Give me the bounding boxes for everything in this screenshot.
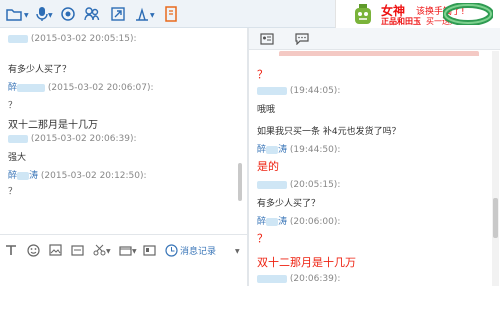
redacted-text bbox=[279, 50, 479, 56]
message-meta: 醉涛 (20:06:00): bbox=[257, 217, 341, 227]
font-icon[interactable] bbox=[4, 243, 18, 257]
message-meta: (20:06:39): bbox=[257, 274, 340, 284]
message-text: 哦哦 bbox=[257, 105, 276, 115]
screen-capture-icon[interactable] bbox=[134, 6, 150, 22]
message-meta: (2015-03-02 20:06:39): bbox=[8, 134, 137, 144]
chevron-down-icon[interactable]: ▼ bbox=[24, 12, 29, 19]
top-toolbar: ▼ ▼ ▼ 女神 该换手镯了! 正品和田玉 买一送八 bbox=[0, 0, 500, 28]
message-text: 是的 bbox=[257, 160, 279, 173]
ad-line2a: 正品和田玉 bbox=[381, 17, 421, 26]
chevron-down-icon[interactable]: ▼ bbox=[150, 12, 155, 19]
users-icon[interactable] bbox=[84, 6, 100, 22]
chevron-down-icon[interactable]: ▼ bbox=[48, 12, 53, 19]
message-text: ？ bbox=[8, 187, 18, 197]
message-text: ？ bbox=[257, 68, 268, 81]
message-text: 双十二那月是十几万 bbox=[8, 120, 98, 131]
message-text: 双十二那月是十几万 bbox=[257, 256, 356, 269]
redacted-name bbox=[257, 180, 287, 189]
ad-banner[interactable]: 女神 该换手镯了! 正品和田玉 买一送八 bbox=[335, 0, 500, 28]
message-text: 强大 bbox=[8, 153, 27, 163]
image-icon[interactable] bbox=[48, 243, 62, 257]
clipped-message bbox=[279, 50, 479, 56]
message-text: ？ bbox=[257, 232, 268, 245]
history-pane: (2015-03-02 20:05:15): 有多少人买了？ 醉 (2015-0… bbox=[0, 28, 247, 314]
redacted-name bbox=[266, 217, 279, 226]
book-icon[interactable] bbox=[163, 6, 179, 22]
message-meta: 醉涛 (19:44:50): bbox=[257, 145, 341, 155]
mascot-icon bbox=[355, 4, 371, 24]
message-text: 有多少人买了？ bbox=[8, 65, 72, 75]
emoji-icon[interactable] bbox=[26, 243, 40, 257]
history-icon[interactable] bbox=[164, 243, 178, 257]
message-meta: (20:05:15): bbox=[257, 180, 340, 190]
card-icon[interactable] bbox=[142, 243, 156, 257]
message-text: 有多少人买了？ bbox=[257, 199, 321, 209]
redacted-name bbox=[257, 274, 287, 283]
share-icon[interactable] bbox=[110, 6, 126, 22]
message-meta: (2015-03-02 20:05:15): bbox=[8, 34, 137, 44]
redacted-name bbox=[266, 145, 279, 154]
scissors-icon[interactable] bbox=[92, 243, 106, 257]
contact-card-icon[interactable] bbox=[259, 31, 275, 47]
input-toolbar: ▼ ▼ 消息记录 ▼ bbox=[0, 234, 247, 264]
folder-icon[interactable] bbox=[6, 6, 22, 22]
message-text: ？ bbox=[8, 101, 18, 111]
chat-pane: ？ (19:44:05): 哦哦 如果我只买一条 补4元也发货了吗？ 醉涛 (1… bbox=[249, 28, 500, 286]
redacted-name bbox=[17, 83, 46, 92]
chat-bubble-icon[interactable] bbox=[294, 31, 310, 47]
message-meta: 醉 (2015-03-02 20:06:07): bbox=[8, 83, 154, 93]
history-button[interactable]: 消息记录 bbox=[180, 244, 216, 257]
chat-window: ▼ ▼ ▼ 女神 该换手镯了! 正品和田玉 买一送八 (2015-03-02 2… bbox=[0, 0, 500, 314]
scrollbar-track[interactable] bbox=[492, 51, 499, 286]
chevron-down-icon[interactable]: ▼ bbox=[132, 248, 137, 255]
redacted-name bbox=[8, 134, 28, 143]
redacted-name bbox=[257, 86, 287, 95]
right-tabs bbox=[249, 28, 500, 50]
redacted-name bbox=[8, 34, 28, 43]
message-text: 如果我只买一条 补4元也发货了吗？ bbox=[257, 127, 401, 137]
video-icon[interactable] bbox=[60, 6, 76, 22]
chevron-down-icon[interactable]: ▼ bbox=[106, 248, 111, 255]
scrollbar[interactable] bbox=[238, 163, 242, 201]
message-meta: 醉涛 (2015-03-02 20:12:50): bbox=[8, 171, 147, 181]
message-input[interactable] bbox=[0, 264, 247, 314]
scrollbar-thumb[interactable] bbox=[493, 198, 498, 238]
screenshot-icon[interactable] bbox=[70, 243, 84, 257]
chevron-down-icon[interactable]: ▼ bbox=[235, 248, 240, 255]
shop-icon[interactable] bbox=[118, 243, 132, 257]
jade-bracelet-icon bbox=[443, 3, 493, 25]
message-meta: (19:44:05): bbox=[257, 86, 340, 96]
redacted-name bbox=[17, 171, 30, 180]
